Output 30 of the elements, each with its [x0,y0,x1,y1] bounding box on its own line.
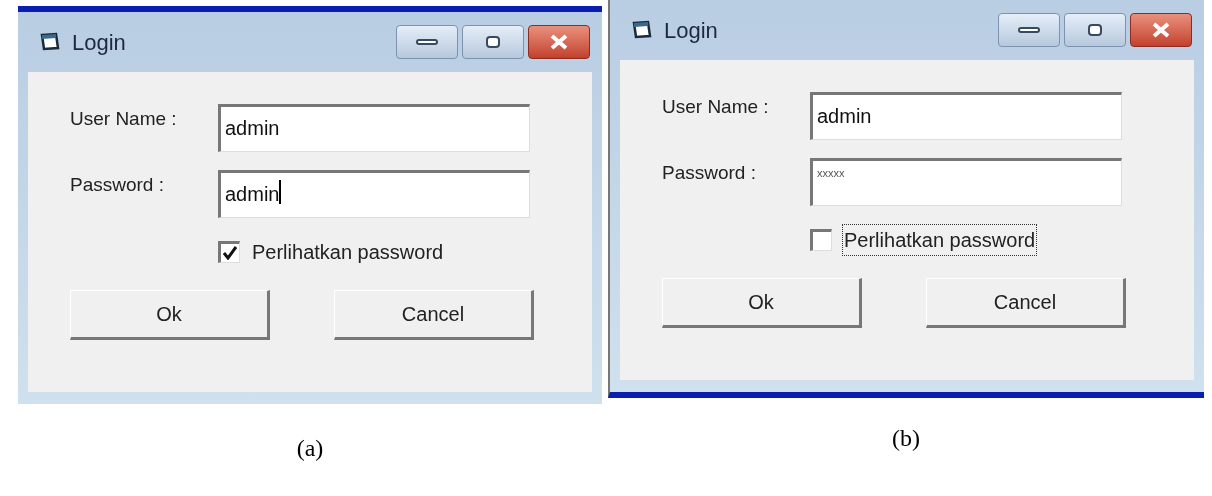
minimize-button[interactable] [998,13,1060,47]
figure-caption: (b) [892,424,920,453]
close-button[interactable] [1130,13,1192,47]
maximize-button[interactable] [462,25,524,59]
minimize-button[interactable] [396,25,458,59]
input-field[interactable]: admin [218,170,530,218]
window-title: Login [664,16,719,45]
field-label: Password : [662,161,757,185]
checkbox-label[interactable]: Perlihatkan password [842,224,1038,256]
window-icon [632,20,654,40]
input-field[interactable]: admin [810,92,1122,140]
dialog-button[interactable]: Cancel [334,290,534,340]
maximize-button[interactable] [1064,13,1126,47]
window-icon [40,32,62,52]
dialog-button[interactable]: Cancel [926,278,1126,328]
dialog-button[interactable]: Ok [70,290,270,340]
field-label: User Name : [662,95,770,119]
figure-caption: (a) [296,434,324,463]
close-icon [1151,22,1171,38]
checkbox[interactable] [218,241,240,263]
dialog-button[interactable]: Ok [662,278,862,328]
field-label: User Name : [70,107,178,131]
checkbox[interactable] [810,229,832,251]
input-field[interactable]: xxxxx [810,158,1122,206]
close-button[interactable] [528,25,590,59]
window-title: Login [72,28,127,57]
input-field[interactable]: admin [218,104,530,152]
field-label: Password : [70,173,165,197]
checkbox-label[interactable]: Perlihatkan password [250,236,446,268]
close-icon [549,34,569,50]
